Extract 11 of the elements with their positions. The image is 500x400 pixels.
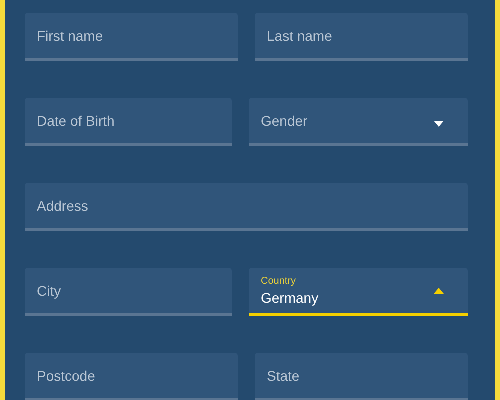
caret-up-icon xyxy=(434,288,444,294)
input-field[interactable]: First name xyxy=(25,13,238,61)
input-field[interactable]: Address xyxy=(25,183,468,231)
dropdown[interactable]: Gender xyxy=(249,98,468,146)
input-field[interactable]: Date of Birth xyxy=(25,98,232,146)
caret-down-icon xyxy=(434,120,444,126)
input-field[interactable]: Postcode xyxy=(25,353,238,400)
input-field[interactable]: City xyxy=(25,268,232,316)
input-field[interactable]: Last name xyxy=(255,13,468,61)
input-field[interactable]: State xyxy=(255,353,468,400)
dropdown[interactable]: Country Germany xyxy=(249,268,468,316)
